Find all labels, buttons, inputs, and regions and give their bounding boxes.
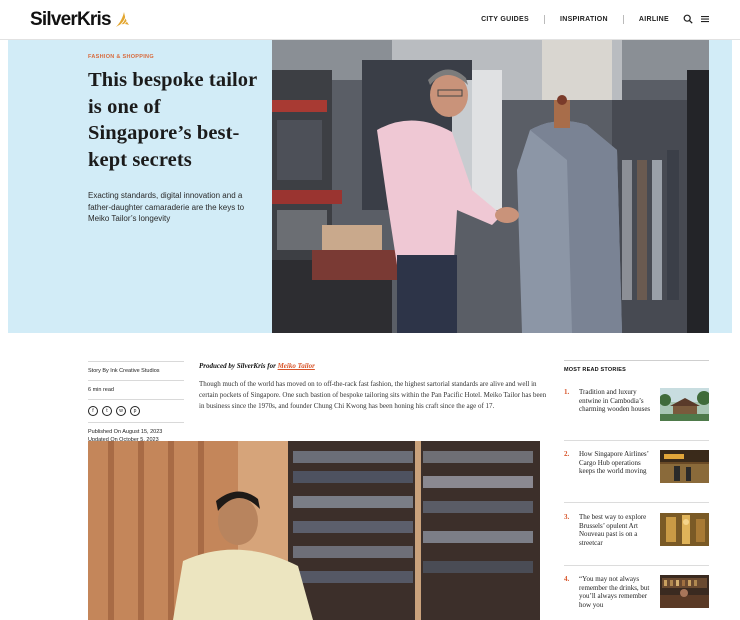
produced-by: Produced by SilverKris for Meiko Tailor	[199, 362, 315, 370]
whatsapp-icon[interactable]: w	[116, 406, 126, 416]
facebook-icon[interactable]: f	[88, 406, 98, 416]
most-read-panel: MOST READ STORIES 1. Tradition and luxur…	[564, 360, 709, 609]
item-number: 3.	[564, 513, 570, 521]
nav-city-guides[interactable]: CITY GUIDES	[481, 16, 529, 23]
most-read-item[interactable]: 4. “You may not always remember the drin…	[564, 575, 709, 620]
item-title[interactable]: Tradition and luxury entwine in Cambodia…	[579, 388, 655, 414]
item-number: 1.	[564, 388, 570, 396]
divider	[564, 440, 709, 441]
article-meta: Story By Ink Creative Studios 6 min read…	[88, 361, 184, 450]
category-label[interactable]: FASHION & SHOPPING	[88, 54, 263, 60]
search-icon[interactable]	[683, 14, 693, 24]
item-thumbnail[interactable]	[660, 388, 709, 421]
item-title[interactable]: “You may not always remember the drinks,…	[579, 575, 655, 609]
hero-banner: FASHION & SHOPPING This bespoke tailor i…	[8, 40, 732, 333]
logo-text: SilverKris	[30, 9, 112, 30]
published-date: Published On August 15, 2023	[88, 429, 163, 435]
read-time: 6 min read	[88, 380, 184, 399]
item-title[interactable]: How Singapore Airlines’ Cargo Hub operat…	[579, 450, 655, 476]
item-thumbnail[interactable]	[660, 450, 709, 483]
article-intro-paragraph: Though much of the world has moved on to…	[199, 380, 547, 410]
article-photo-vintage-tailor	[88, 441, 540, 620]
divider	[564, 565, 709, 566]
menu-icon[interactable]	[700, 14, 710, 24]
article-subtitle: Exacting standards, digital innovation a…	[88, 191, 245, 223]
twitter-icon[interactable]: t	[102, 406, 112, 416]
silverkris-logo[interactable]: SilverKris	[30, 9, 130, 31]
item-title[interactable]: The best way to explore Brussels’ opulen…	[579, 513, 655, 547]
main-nav: CITY GUIDES INSPIRATION AIRLINE	[481, 14, 710, 24]
most-read-heading: MOST READ STORIES	[564, 360, 709, 373]
item-number: 4.	[564, 575, 570, 583]
share-row: f t w p	[88, 399, 184, 422]
nav-divider	[543, 14, 545, 24]
hero-text: FASHION & SHOPPING This bespoke tailor i…	[88, 54, 263, 225]
item-number: 2.	[564, 450, 570, 458]
item-thumbnail[interactable]	[660, 575, 709, 608]
nav-divider	[622, 14, 624, 24]
nav-inspiration[interactable]: INSPIRATION	[560, 16, 608, 23]
item-thumbnail[interactable]	[660, 513, 709, 546]
produced-by-prefix: Produced by SilverKris for	[199, 362, 278, 370]
nav-airline[interactable]: AIRLINE	[639, 16, 669, 23]
story-by: Story By Ink Creative Studios	[88, 361, 184, 380]
pinterest-icon[interactable]: p	[130, 406, 140, 416]
meiko-tailor-link[interactable]: Meiko Tailor	[278, 362, 315, 370]
article-title: This bespoke tailor is one of Singapore’…	[88, 69, 257, 171]
site-header: SilverKris CITY GUIDES INSPIRATION AIRLI…	[0, 0, 740, 40]
divider	[564, 502, 709, 503]
hero-photo-tailor-fitting-suit	[272, 40, 709, 333]
singapore-airlines-bird-icon	[115, 12, 129, 28]
